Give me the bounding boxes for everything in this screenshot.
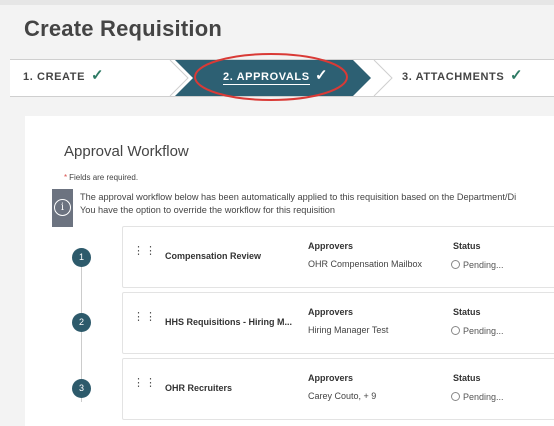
row-name: HHS Requisitions - Hiring M... [165, 317, 293, 327]
highlight-ellipse [194, 53, 348, 101]
step-attachments-check-icon: ✓ [510, 67, 523, 84]
workflow-row[interactable]: ⋮⋮ OHR Recruiters Approvers Carey Couto,… [122, 358, 554, 420]
clock-icon [451, 326, 460, 335]
required-note: * Fields are required. [64, 173, 138, 182]
step-divider-2 [373, 60, 393, 96]
approvers-value[interactable]: OHR Compensation Mailbox [308, 259, 422, 269]
status-header: Status [453, 241, 481, 251]
approvers-header: Approvers [308, 373, 354, 383]
status-text: Pending... [463, 326, 504, 336]
status-value: Pending... [451, 325, 504, 336]
status-header: Status [453, 373, 481, 383]
row-name: OHR Recruiters [165, 383, 233, 393]
drag-handle-icon[interactable]: ⋮⋮ [133, 312, 157, 323]
required-text: Fields are required. [69, 173, 139, 182]
row-name: Compensation Review [165, 251, 262, 261]
top-divider [0, 0, 554, 5]
page-title: Create Requisition [24, 16, 222, 41]
step-number-1: 1 [72, 248, 91, 267]
workflow-title: Approval Workflow [64, 143, 189, 160]
clock-icon [451, 392, 460, 401]
status-value: Pending... [451, 259, 504, 270]
step-create-check-icon: ✓ [91, 67, 104, 84]
approvers-header: Approvers [308, 307, 354, 317]
step-attachments[interactable]: 3. ATTACHMENTS [402, 71, 504, 83]
step-create-label: 1. CREATE [23, 71, 86, 83]
info-line-1: The approval workflow below has been aut… [80, 192, 517, 202]
info-icon: i [54, 199, 71, 216]
info-line-2: You have the option to override the work… [80, 205, 336, 215]
workflow-row[interactable]: ⋮⋮ HHS Requisitions - Hiring M... Approv… [122, 292, 554, 354]
info-banner-text: The approval workflow below has been aut… [80, 191, 516, 217]
drag-handle-icon[interactable]: ⋮⋮ [133, 378, 157, 389]
status-header: Status [453, 307, 481, 317]
approvers-header: Approvers [308, 241, 354, 251]
required-star: * [64, 173, 68, 182]
step-number-2: 2 [72, 313, 91, 332]
workflow-row[interactable]: ⋮⋮ Compensation Review Approvers OHR Com… [122, 226, 554, 288]
status-text: Pending... [463, 392, 504, 402]
step-attachments-label: 3. ATTACHMENTS [402, 71, 505, 83]
status-text: Pending... [463, 260, 504, 270]
clock-icon [451, 260, 460, 269]
drag-handle-icon[interactable]: ⋮⋮ [133, 246, 157, 257]
step-number-3: 3 [72, 379, 91, 398]
approvers-value[interactable]: Hiring Manager Test [308, 325, 388, 335]
step-create[interactable]: 1. CREATE [23, 71, 85, 83]
approvers-value[interactable]: Carey Couto, + 9 [308, 391, 376, 401]
status-value: Pending... [451, 391, 504, 402]
